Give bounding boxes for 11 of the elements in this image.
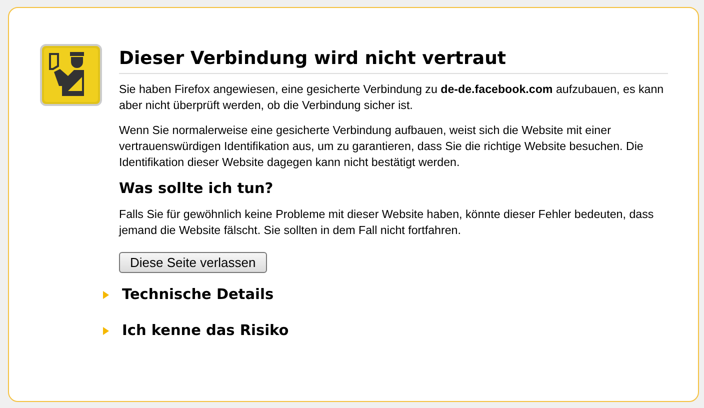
- collapsed-arrow-icon[interactable]: [102, 291, 110, 299]
- section-heading: Was sollte ich tun?: [119, 181, 274, 197]
- section-toggle[interactable]: Technische Details: [122, 287, 274, 303]
- intro-text: Sie haben Firefox angewiesen, eine gesicherte Verbindung zu de-de.facebook.com aufzubauen, es kann aber nicht überprüft werden, ob die Verbindung sicher ist.: [119, 82, 665, 114]
- explanation-text: Wenn Sie normalerweise eine gesicherte Verbindung aufbauen, weist sich die Website mit einer vertrauenswürdigen Identifikation aus, um zu garantieren, dass Sie die richtige Website besuchen. Die Identifikation dieser Website dagegen kann nicht bestätigt werden.: [119, 123, 644, 171]
- officer-icon: [40, 44, 102, 106]
- collapsed-arrow-icon[interactable]: [102, 327, 110, 335]
- page-title: Dieser Verbindung wird nicht vertraut: [119, 48, 668, 74]
- leave-page-button[interactable]: Diese Seite verlassen: [119, 252, 267, 273]
- advice-text: Falls Sie für gewöhnlich keine Probleme mit dieser Website haben, könnte dieser Fehler bedeuten, dass jemand die Website fälscht. Sie sollten in dem Fall nicht fortfahren.: [119, 207, 655, 239]
- section-toggle[interactable]: Ich kenne das Risiko: [122, 323, 289, 339]
